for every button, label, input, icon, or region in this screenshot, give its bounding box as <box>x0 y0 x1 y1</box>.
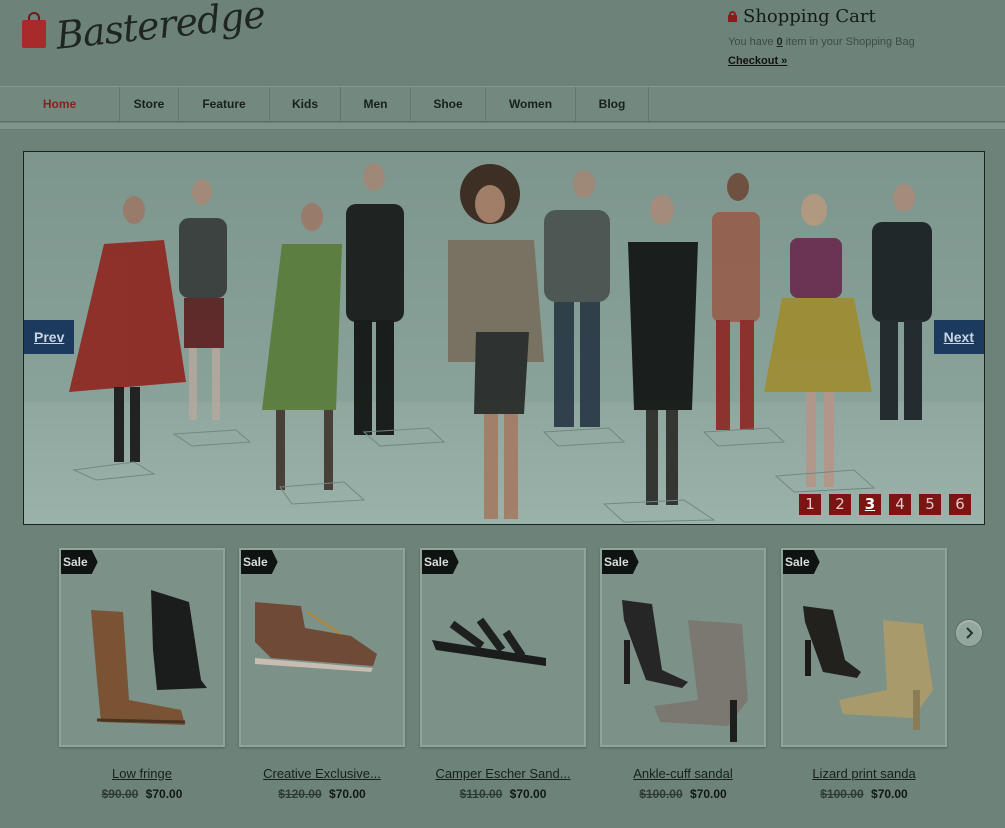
slider-page-2[interactable]: 2 <box>829 494 851 515</box>
product-price: $90.00 $70.00 <box>59 787 225 801</box>
old-price: $120.00 <box>278 787 322 801</box>
old-price: $110.00 <box>459 787 503 801</box>
nav-item-women[interactable]: Women <box>486 87 576 121</box>
cart-title: Shopping Cart <box>743 6 876 27</box>
sale-price: $70.00 <box>329 787 366 801</box>
brand-logo[interactable]: Basteredge <box>22 0 267 58</box>
lizard-print-sandal-image <box>803 606 933 730</box>
shopping-cart-panel: Shopping Cart You have 0 item in your Sh… <box>728 6 988 69</box>
carousel-next-button[interactable] <box>955 619 983 647</box>
product-card: Sale Creative Exclusive... $120.00 $70.0… <box>239 548 405 801</box>
slider-page-3[interactable]: 3 <box>859 494 881 515</box>
product-image[interactable]: Sale <box>420 548 586 747</box>
sale-badge: Sale <box>783 550 820 574</box>
slider-page-4[interactable]: 4 <box>889 494 911 515</box>
product-name-link[interactable]: Ankle-cuff sandal <box>600 766 766 781</box>
old-price: $90.00 <box>101 787 139 801</box>
sandal-image <box>432 617 546 666</box>
fashion-models-illustration <box>69 163 932 523</box>
product-price: $110.00 $70.00 <box>420 787 586 801</box>
old-price: $100.00 <box>639 787 683 801</box>
nav-item-home[interactable]: Home <box>0 87 120 121</box>
sale-price: $70.00 <box>145 787 183 801</box>
product-card: Sale Ankle-cuff sandal $100.00 $70.00 <box>600 548 766 801</box>
nav-item-blog[interactable]: Blog <box>576 87 649 121</box>
nav-item-feature[interactable]: Feature <box>179 87 270 121</box>
slider-page-6[interactable]: 6 <box>949 494 971 515</box>
product-image[interactable]: Sale <box>600 548 766 747</box>
nav-item-shoe[interactable]: Shoe <box>411 87 486 121</box>
cart-msg-suffix: item in your Shopping Bag <box>785 36 915 48</box>
sale-badge: Sale <box>602 550 639 574</box>
sale-badge: Sale <box>241 550 278 574</box>
sale-badge: Sale <box>422 550 459 574</box>
shopping-bag-icon <box>22 12 46 48</box>
lock-icon <box>728 11 737 22</box>
slider-page-5[interactable]: 5 <box>919 494 941 515</box>
product-price: $120.00 $70.00 <box>239 787 405 801</box>
nav-item-kids[interactable]: Kids <box>270 87 341 121</box>
sale-price: $70.00 <box>690 787 727 801</box>
product-name-link[interactable]: Creative Exclusive... <box>239 766 405 781</box>
checkout-link[interactable]: Checkout » <box>728 55 787 67</box>
slider-next-button[interactable]: Next <box>933 320 984 354</box>
sale-badge: Sale <box>61 550 98 574</box>
slider-page-1[interactable]: 1 <box>799 494 821 515</box>
sale-price: $70.00 <box>871 787 908 801</box>
nav-divider <box>0 123 1005 130</box>
product-image[interactable]: Sale <box>59 548 225 747</box>
product-card: Sale Lizard print sanda $100.00 $70.00 <box>781 548 947 801</box>
brand-name: Basteredge <box>53 0 267 58</box>
nav-item-store[interactable]: Store <box>120 87 179 121</box>
ankle-cuff-sandal-image <box>622 600 748 742</box>
site-header: Basteredge Shopping Cart You have 0 item… <box>0 0 1005 86</box>
slider-pager: 1 2 3 4 5 6 <box>799 494 971 515</box>
product-name-link[interactable]: Low fringe <box>59 766 225 781</box>
old-price: $100.00 <box>820 787 864 801</box>
product-card: Sale Camper Escher Sand... $110.00 $70.0… <box>420 548 586 801</box>
sale-price: $70.00 <box>509 787 547 801</box>
main-nav: Home Store Feature Kids Men Shoe Women B… <box>0 86 1005 122</box>
product-name-link[interactable]: Camper Escher Sand... <box>420 766 586 781</box>
product-price: $100.00 $70.00 <box>600 787 766 801</box>
product-name-link[interactable]: Lizard print sanda <box>781 766 947 781</box>
product-price: $100.00 $70.00 <box>781 787 947 801</box>
chevron-right-icon <box>966 627 974 639</box>
hero-slider: Prev Next 1 2 3 4 5 6 <box>23 151 985 525</box>
slider-prev-button[interactable]: Prev <box>24 320 75 354</box>
product-card: Sale Low fringe $90.00 $70.00 <box>59 548 225 801</box>
cart-msg-prefix: You have <box>728 36 774 48</box>
nav-item-men[interactable]: Men <box>341 87 411 121</box>
product-carousel: Sale Low fringe $90.00 $70.00 Sale Creat… <box>59 548 959 808</box>
cart-status: You have 0 item in your Shopping Bag <box>728 36 988 48</box>
cart-count: 0 <box>776 36 783 48</box>
product-image[interactable]: Sale <box>239 548 405 747</box>
product-image[interactable]: Sale <box>781 548 947 747</box>
fringe-boot-image <box>91 590 207 725</box>
open-toe-boot-image <box>255 602 377 672</box>
